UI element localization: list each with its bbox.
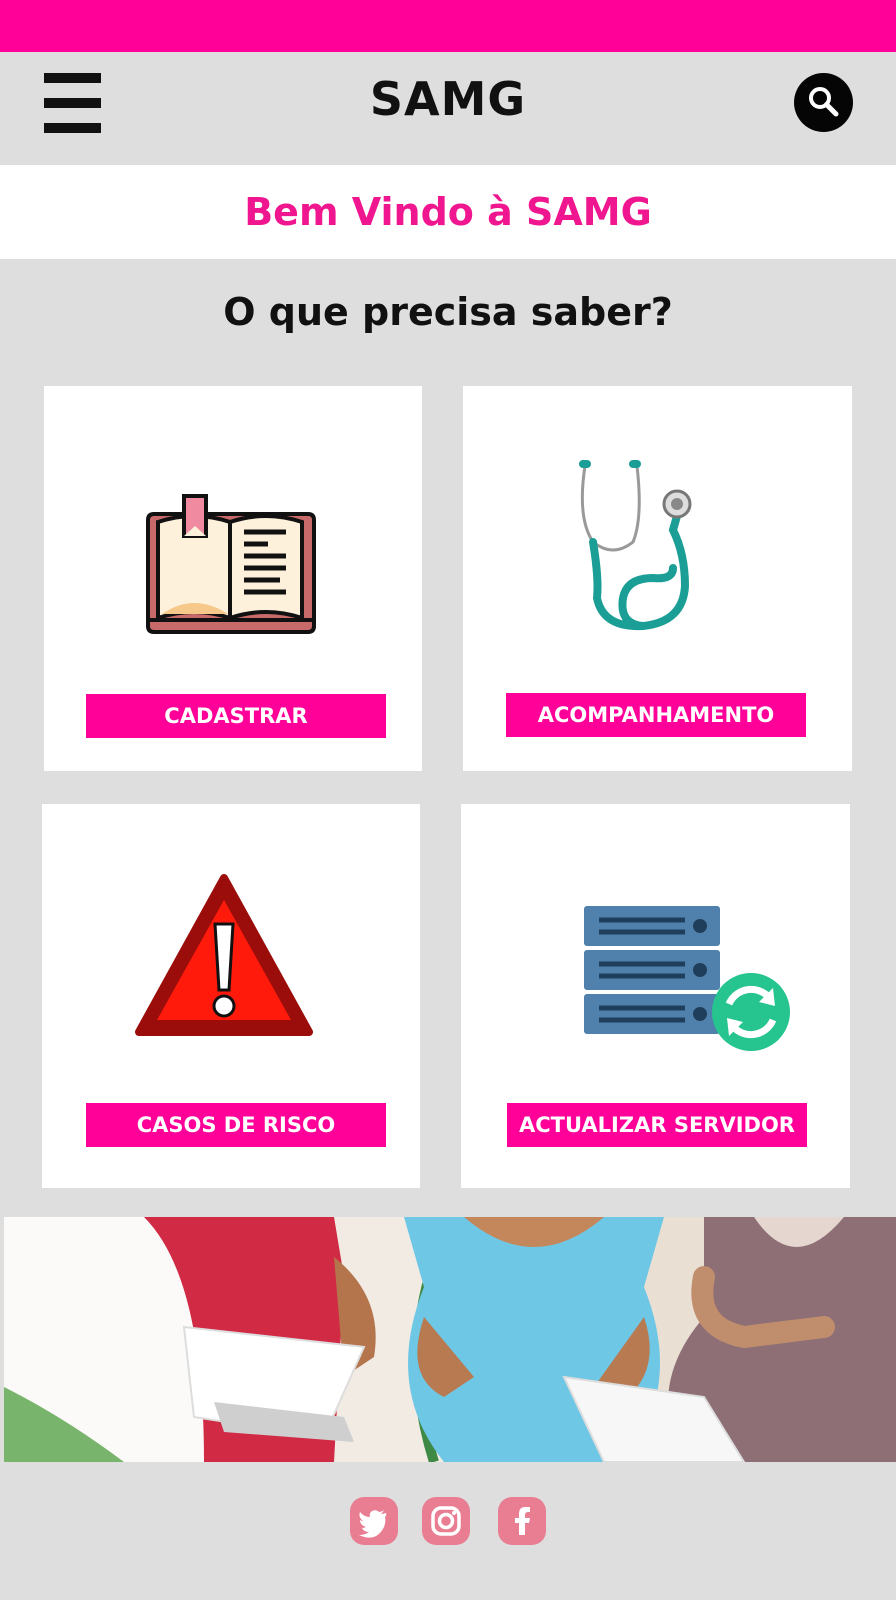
card-cadastrar[interactable]: CADASTRAR xyxy=(44,386,422,771)
pregnant-women-photo xyxy=(4,1217,896,1462)
app-header: SAMG xyxy=(0,52,896,165)
acompanhamento-button[interactable]: ACOMPANHAMENTO xyxy=(506,693,806,737)
card-acompanhamento[interactable]: ACOMPANHAMENTO xyxy=(463,386,852,771)
casos-de-risco-button[interactable]: CASOS DE RISCO xyxy=(86,1103,386,1147)
server-sync-icon xyxy=(584,906,790,1051)
instagram-button[interactable] xyxy=(422,1497,470,1545)
warning-triangle-icon xyxy=(135,874,313,1036)
card-actualizar-servidor[interactable]: ACTUALIZAR SERVIDOR xyxy=(461,804,850,1188)
twitter-button[interactable] xyxy=(350,1497,398,1545)
actualizar-servidor-button[interactable]: ACTUALIZAR SERVIDOR xyxy=(507,1103,807,1147)
facebook-button[interactable] xyxy=(498,1497,546,1545)
open-book-icon xyxy=(146,494,316,634)
twitter-icon xyxy=(359,1510,387,1538)
section-heading: O que precisa saber? xyxy=(223,290,673,334)
status-bar xyxy=(0,0,896,52)
card-casos-de-risco[interactable]: CASOS DE RISCO xyxy=(42,804,420,1188)
facebook-icon xyxy=(515,1507,530,1535)
stethoscope-icon xyxy=(579,460,692,631)
welcome-banner: Bem Vindo à SAMG xyxy=(0,165,896,259)
search-button[interactable] xyxy=(794,73,853,132)
instagram-icon xyxy=(431,1506,461,1536)
cadastrar-button[interactable]: CADASTRAR xyxy=(86,694,386,738)
welcome-text: Bem Vindo à SAMG xyxy=(244,190,652,234)
app-title: SAMG xyxy=(369,72,527,126)
search-icon xyxy=(809,87,839,117)
